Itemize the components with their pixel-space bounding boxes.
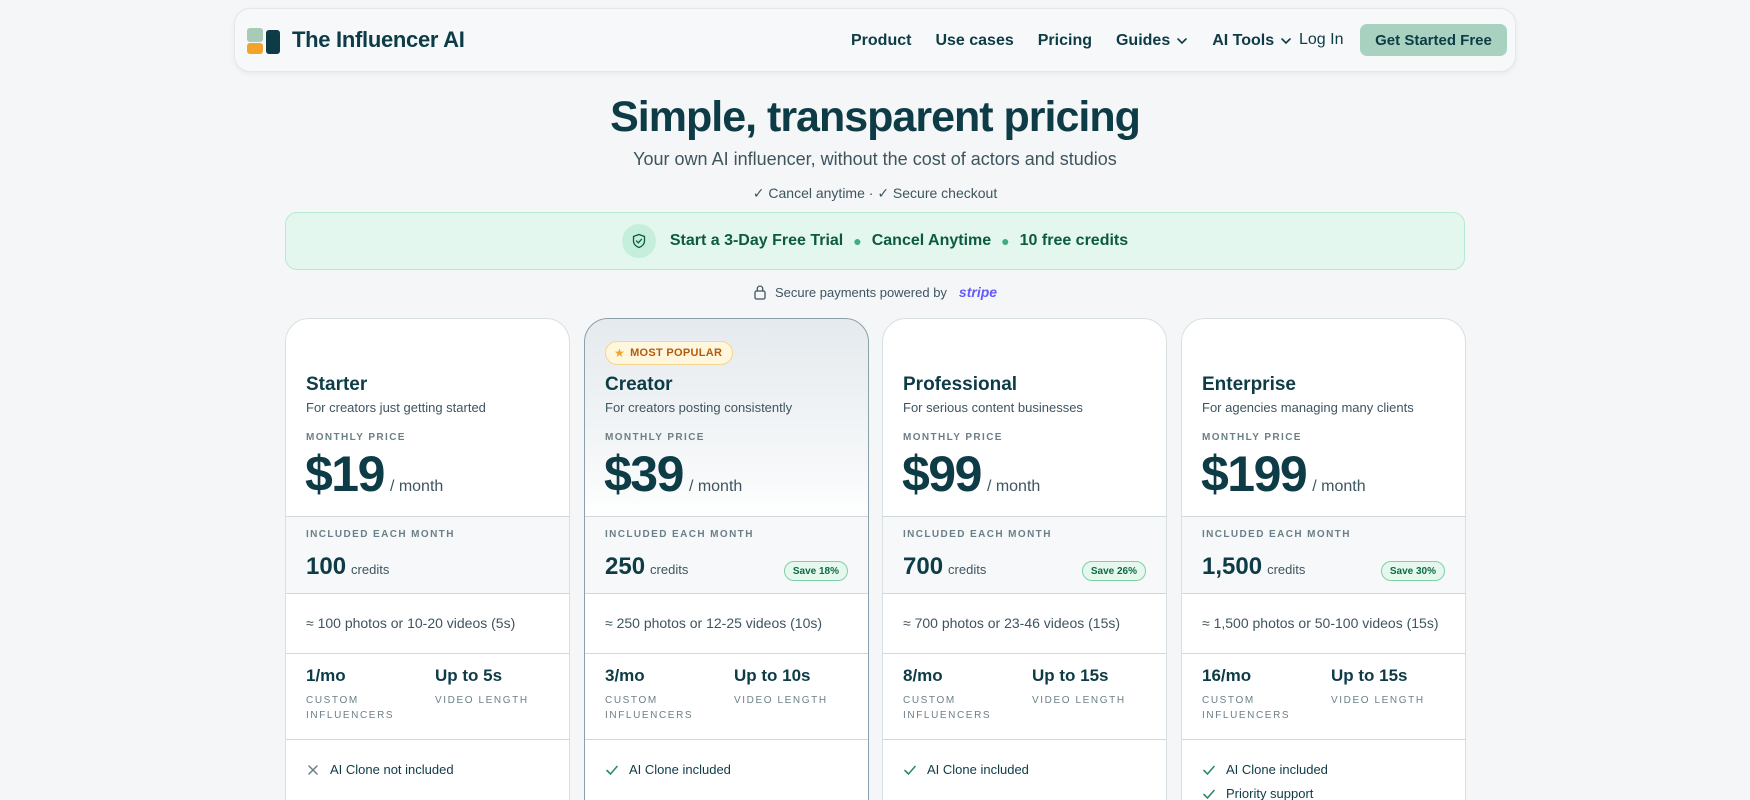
feature-item: Priority support	[1202, 786, 1313, 800]
plan-card-creator: ★ MOST POPULAR Creator For creators posti…	[584, 318, 869, 800]
star-icon: ★	[614, 346, 626, 360]
custom-influencers-stat: 8/mo CUSTOM INFLUENCERS	[903, 666, 992, 721]
secure-text: Secure payments powered by	[774, 284, 947, 300]
chevron-down-icon	[1281, 38, 1291, 45]
plan-description: For serious content businesses	[903, 400, 1083, 415]
feature-item: AI Clone not included	[306, 762, 454, 777]
assurance-text: ✓ Cancel anytime · ✓ Secure checkout	[752, 185, 998, 201]
plan-stats: 3/mo CUSTOM INFLUENCERS Up to 10s VIDEO LE…	[585, 654, 868, 740]
brand-name[interactable]: The Influencer AI	[292, 27, 465, 53]
get-started-button[interactable]: Get Started Free	[1360, 24, 1507, 56]
plan-name: Enterprise	[1202, 374, 1296, 395]
custom-influencers-stat: 16/mo CUSTOM INFLUENCERS	[1202, 666, 1291, 721]
cancel-text: Cancel Anytime	[871, 232, 992, 249]
plan-stats: 16/mo CUSTOM INFLUENCERS Up to 15s VIDEO L…	[1182, 654, 1465, 740]
free-trial-banner: Start a 3-Day Free Trial ● Cancel Anytim…	[285, 212, 1465, 270]
video-length-stat: Up to 5s VIDEO LENGTH	[435, 666, 529, 706]
save-badge: Save 18%	[783, 561, 848, 581]
feature-item: AI Clone included	[1202, 762, 1328, 777]
x-icon	[308, 764, 318, 775]
credits-section: INCLUDED EACH MONTH 1,500 credits Save 30…	[1182, 516, 1465, 594]
plan-stats: 1/mo CUSTOM INFLUENCERS Up to 5s VIDEO LEN…	[286, 654, 569, 740]
logo-icon[interactable]	[247, 28, 283, 56]
usage-estimate: ≈ 1,500 photos or 50-100 videos (15s)	[1182, 594, 1465, 654]
plan-price: $39/ month	[604, 446, 743, 502]
usage-estimate: ≈ 700 photos or 23-46 videos (15s)	[883, 594, 1166, 654]
included-label: INCLUDED EACH MONTH	[306, 529, 455, 540]
plan-name: Professional	[903, 374, 1018, 395]
video-length-stat: Up to 15s VIDEO LENGTH	[1331, 666, 1425, 706]
credits-section: INCLUDED EACH MONTH 100 credits	[286, 516, 569, 594]
check-icon	[1203, 789, 1215, 799]
shield-check-icon	[621, 224, 656, 258]
check-icon	[1203, 765, 1215, 775]
page-subtitle: Your own AI influencer, without the cost…	[633, 149, 1117, 169]
free-credits-text: 10 free credits	[1019, 232, 1129, 249]
trial-text: Start a 3-Day Free Trial	[669, 232, 844, 249]
page-title: Simple, transparent pricing	[610, 93, 1141, 141]
chevron-down-icon	[1177, 38, 1188, 45]
plan-stats: 8/mo CUSTOM INFLUENCERS Up to 15s VIDEO LE…	[883, 654, 1166, 740]
plan-card-starter: Starter For creators just getting starte…	[285, 318, 570, 800]
plan-name: Starter	[306, 374, 368, 395]
secure-payments: Secure payments powered by stripe	[0, 284, 1750, 300]
save-badge: Save 30%	[1380, 561, 1445, 581]
top-navbar: The Influencer AI Product Use cases Pric…	[234, 8, 1516, 72]
plan-card-professional: Professional For serious content busines…	[882, 318, 1167, 800]
stripe-logo: stripe	[958, 284, 998, 300]
feature-item: AI Clone included	[605, 762, 731, 777]
monthly-price-label: MONTHLY PRICE	[306, 432, 406, 443]
monthly-price-label: MONTHLY PRICE	[605, 432, 705, 443]
plan-description: For creators just getting started	[306, 400, 486, 415]
save-badge: Save 26%	[1081, 561, 1146, 581]
nav-link-pricing[interactable]: Pricing	[1038, 32, 1092, 50]
video-length-stat: Up to 10s VIDEO LENGTH	[734, 666, 828, 706]
feature-item: AI Clone included	[903, 762, 1029, 777]
credits-count: 100 credits	[306, 553, 390, 580]
plan-price: $19/ month	[305, 446, 444, 502]
credits-section: INCLUDED EACH MONTH 250 credits Save 18%	[585, 516, 868, 594]
separator-dot: ●	[853, 233, 862, 249]
monthly-price-label: MONTHLY PRICE	[1202, 432, 1302, 443]
credits-count: 250 credits	[605, 553, 689, 580]
plan-description: For agencies managing many clients	[1202, 400, 1414, 415]
included-label: INCLUDED EACH MONTH	[903, 529, 1052, 540]
plan-price: $99/ month	[902, 446, 1041, 502]
plan-description: For creators posting consistently	[605, 400, 793, 415]
included-label: INCLUDED EACH MONTH	[605, 529, 754, 540]
usage-estimate: ≈ 100 photos or 10-20 videos (5s)	[286, 594, 569, 654]
credits-count: 700 credits	[903, 553, 987, 580]
plan-card-enterprise: Enterprise For agencies managing many cl…	[1181, 318, 1466, 800]
credits-count: 1,500 credits	[1202, 553, 1306, 580]
nav-links: Product Use cases Pricing Guides AI Tool…	[851, 9, 1316, 73]
nav-link-use-cases[interactable]: Use cases	[935, 32, 1013, 50]
plan-price: $199/ month	[1201, 446, 1366, 502]
nav-link-ai-tools[interactable]: AI Tools	[1212, 32, 1292, 50]
video-length-stat: Up to 15s VIDEO LENGTH	[1032, 666, 1126, 706]
nav-link-product[interactable]: Product	[851, 32, 911, 50]
usage-estimate: ≈ 250 photos or 12-25 videos (10s)	[585, 594, 868, 654]
separator-dot: ●	[1001, 233, 1010, 249]
check-icon	[904, 765, 916, 775]
custom-influencers-stat: 1/mo CUSTOM INFLUENCERS	[306, 666, 395, 721]
monthly-price-label: MONTHLY PRICE	[903, 432, 1003, 443]
lock-icon	[754, 285, 766, 300]
nav-link-guides[interactable]: Guides	[1116, 32, 1188, 50]
included-label: INCLUDED EACH MONTH	[1202, 529, 1351, 540]
login-link[interactable]: Log In	[1299, 31, 1343, 49]
custom-influencers-stat: 3/mo CUSTOM INFLUENCERS	[605, 666, 694, 721]
credits-section: INCLUDED EACH MONTH 700 credits Save 26%	[883, 516, 1166, 594]
most-popular-badge: ★ MOST POPULAR	[605, 341, 734, 365]
check-icon	[606, 765, 618, 775]
plan-name: Creator	[605, 374, 673, 395]
